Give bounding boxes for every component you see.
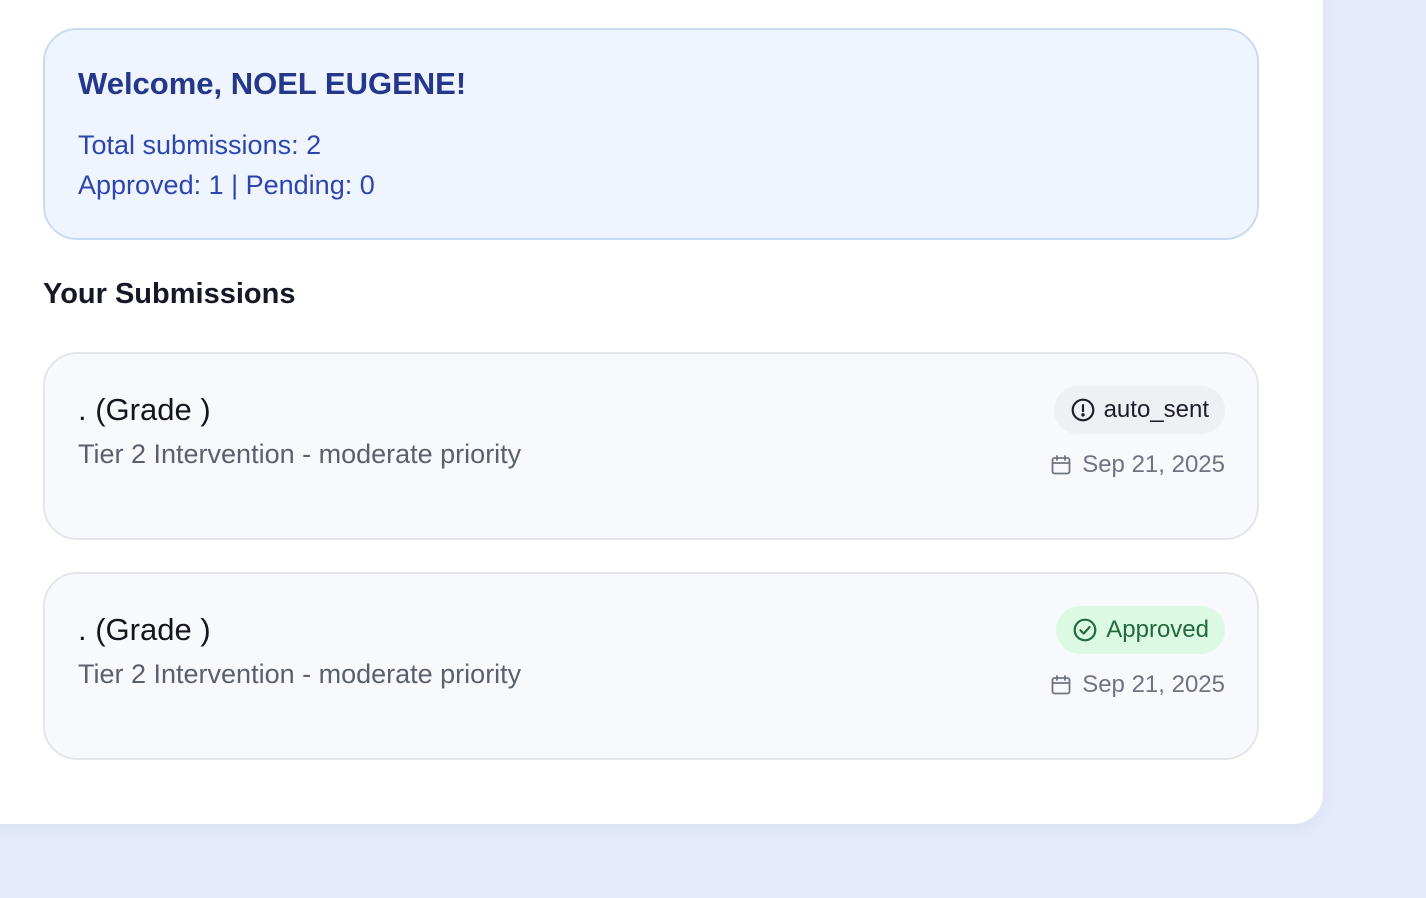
submission-date-text: Sep 21, 2025 [1082, 451, 1225, 478]
status-badge: Approved [1056, 606, 1225, 654]
status-badge-label: Approved [1106, 616, 1209, 643]
status-badge-label: auto_sent [1103, 396, 1209, 423]
welcome-title: Welcome, NOEL EUGENE! [78, 66, 467, 101]
status-badge: auto_sent [1053, 386, 1225, 434]
calendar-icon [1049, 453, 1073, 477]
submission-description: Tier 2 Intervention - moderate priority [78, 659, 522, 689]
submission-description: Tier 2 Intervention - moderate priority [78, 439, 522, 469]
submission-card[interactable]: . (Grade ) Tier 2 Intervention - moderat… [43, 352, 1259, 540]
approval-status-text: Approved: 1 | Pending: 0 [78, 170, 375, 200]
submission-date: Sep 21, 2025 [1049, 671, 1225, 699]
submission-title: . (Grade ) [78, 392, 211, 427]
check-circle-icon [1072, 617, 1098, 643]
submission-date-text: Sep 21, 2025 [1082, 671, 1225, 698]
submission-card[interactable]: . (Grade ) Tier 2 Intervention - moderat… [43, 572, 1259, 760]
submissions-heading: Your Submissions [43, 278, 296, 310]
alert-circle-icon [1070, 397, 1096, 423]
submission-title: . (Grade ) [78, 612, 211, 647]
submission-date: Sep 21, 2025 [1049, 451, 1225, 479]
total-submissions-text: Total submissions: 2 [78, 130, 322, 160]
calendar-icon [1049, 673, 1073, 697]
welcome-card: Welcome, NOEL EUGENE! Total submissions:… [43, 28, 1259, 240]
